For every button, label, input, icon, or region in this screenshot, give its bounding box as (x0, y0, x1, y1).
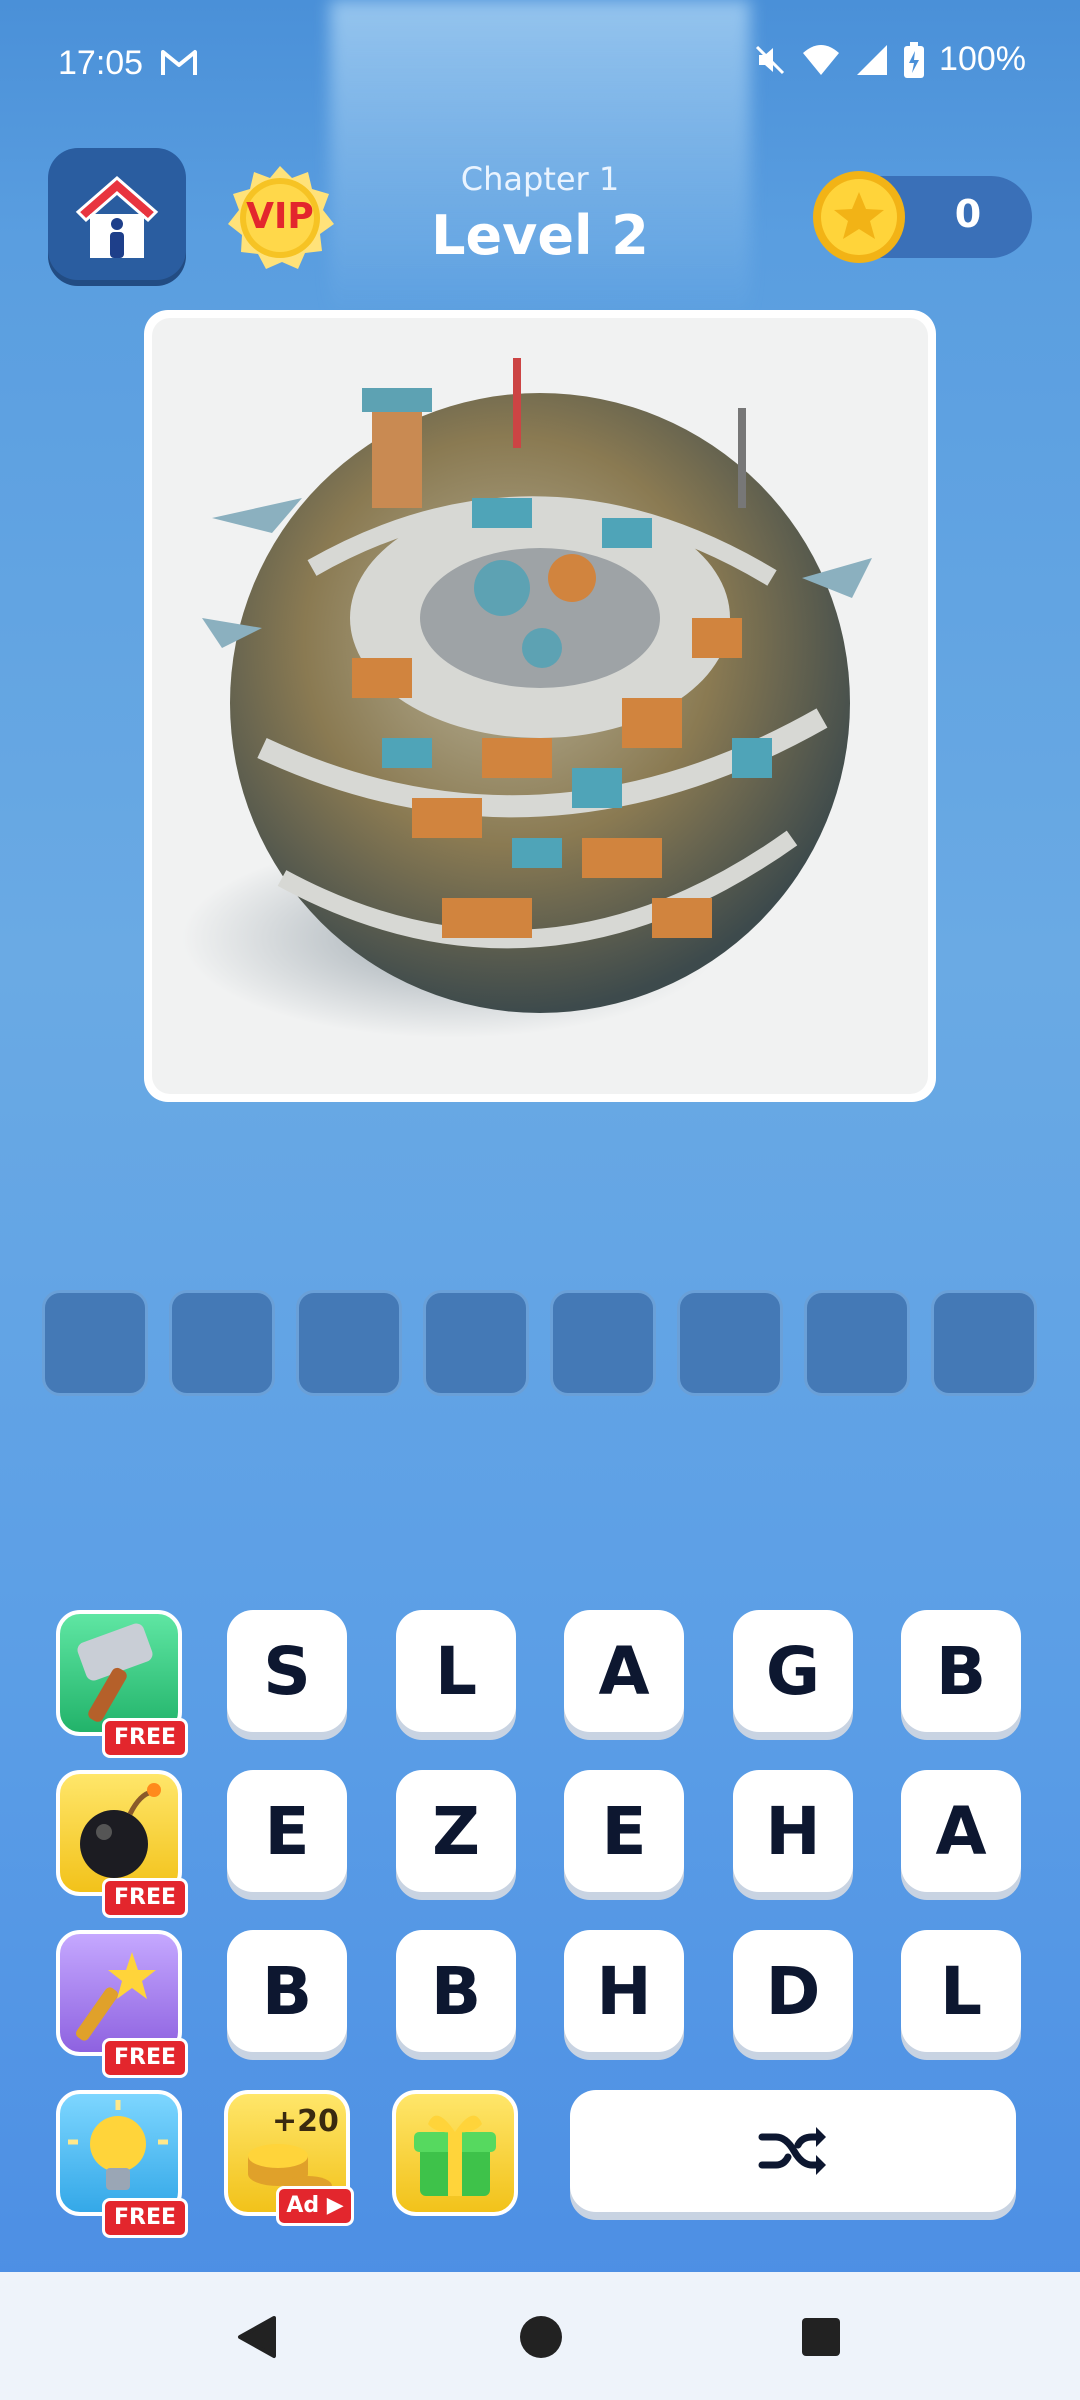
answer-slot[interactable] (169, 1290, 275, 1396)
mute-icon (755, 45, 785, 74)
home-button[interactable] (48, 148, 186, 286)
chapter-label: Chapter 1 (460, 160, 620, 198)
lightbulb-icon (68, 2100, 168, 2190)
letter-tile[interactable]: S (227, 1610, 347, 1732)
signal-icon (857, 44, 888, 75)
vip-badge[interactable]: VIP (224, 162, 336, 274)
system-nav-bar (0, 2272, 1080, 2400)
wifi-icon (803, 44, 840, 75)
free-tag: FREE (102, 1878, 188, 1918)
planet-city-image (182, 358, 872, 1038)
puzzle-image (152, 318, 928, 1094)
letter-tile[interactable]: D (733, 1930, 853, 2052)
letter-tile[interactable]: H (564, 1930, 684, 2052)
answer-slot[interactable] (423, 1290, 529, 1396)
letter-tile[interactable]: L (396, 1610, 516, 1732)
letter-tile[interactable]: L (901, 1930, 1021, 2052)
ad-label: Ad (286, 2193, 320, 2218)
answer-slot[interactable] (42, 1290, 148, 1396)
ad-tag: Ad ▶ (276, 2186, 354, 2226)
free-tag: FREE (102, 2198, 188, 2238)
letter-tile[interactable]: E (227, 1770, 347, 1892)
answer-slot[interactable] (804, 1290, 910, 1396)
gift-icon (414, 2115, 496, 2196)
shuffle-icon (758, 2127, 826, 2175)
answer-slot[interactable] (550, 1290, 656, 1396)
answer-slot[interactable] (677, 1290, 783, 1396)
status-bar: 17:05 100% (0, 0, 1080, 130)
battery-icon (904, 41, 925, 78)
letter-tile[interactable]: H (733, 1770, 853, 1892)
free-tag: FREE (102, 1718, 188, 1758)
letter-tile[interactable]: A (564, 1610, 684, 1732)
recents-icon[interactable] (800, 2316, 842, 2358)
house-icon (75, 176, 159, 258)
answer-slot[interactable] (296, 1290, 402, 1396)
letter-tile[interactable]: B (396, 1930, 516, 2052)
status-time: 17:05 (58, 44, 144, 82)
puzzle-image-frame (144, 310, 936, 1102)
letter-tile[interactable]: B (901, 1610, 1021, 1732)
coins-reward: +20 (272, 2104, 339, 2139)
magic-wand-icon (76, 1952, 156, 2041)
letter-tile[interactable]: A (901, 1770, 1021, 1892)
free-tag: FREE (102, 2038, 188, 2078)
coin-icon (813, 171, 905, 263)
play-icon: ▶ (319, 2193, 344, 2218)
level-title: Level 2 (431, 204, 649, 267)
mail-icon (161, 50, 197, 75)
gift-booster[interactable] (392, 2090, 518, 2216)
letter-tile[interactable]: B (227, 1930, 347, 2052)
letter-tile[interactable]: Z (396, 1770, 516, 1892)
answer-slot[interactable] (931, 1290, 1037, 1396)
battery-percent: 100% (939, 40, 1026, 78)
back-icon[interactable] (234, 2314, 278, 2360)
letter-tile[interactable]: E (564, 1770, 684, 1892)
bomb-icon (80, 1783, 161, 1878)
shuffle-button[interactable] (570, 2090, 1016, 2212)
coin-count: 0 (954, 192, 982, 236)
home-nav-icon[interactable] (518, 2314, 564, 2360)
hammer-icon (77, 1623, 153, 1722)
status-icons: 100% (753, 40, 1026, 79)
letter-tile[interactable]: G (733, 1610, 853, 1732)
vip-label: VIP (246, 196, 314, 237)
